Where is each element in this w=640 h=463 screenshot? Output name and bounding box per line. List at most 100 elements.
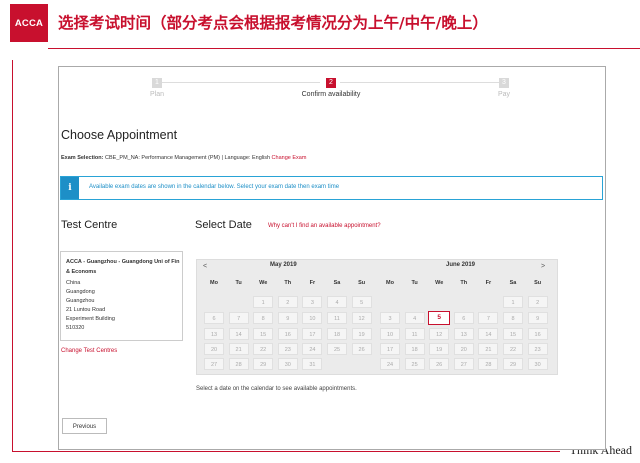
calendar-day: 16 xyxy=(277,328,298,340)
address-line: Experiment Building xyxy=(66,316,115,322)
calendar-day: 27 xyxy=(453,358,474,370)
address-line: China xyxy=(66,280,81,286)
test-centre-heading: Test Centre xyxy=(61,219,118,231)
calendar-day-selected[interactable]: 5 xyxy=(428,311,451,325)
calendar-day: 26 xyxy=(429,358,450,370)
step-confirm-availability: 2 Confirm availability xyxy=(291,78,371,98)
calendar-day: 8 xyxy=(253,312,274,324)
calendar-day: 4 xyxy=(327,296,347,308)
top-rule xyxy=(48,48,640,49)
calendar-day: 5 xyxy=(351,296,372,308)
step-number: 1 xyxy=(152,78,162,88)
info-text: Available exam dates are shown in the ca… xyxy=(89,184,340,190)
left-rule xyxy=(12,60,13,452)
exam-selection-value: CBE_PM_NA: Performance Management (PM) |… xyxy=(105,155,271,161)
weekday-label: Mo xyxy=(386,280,394,286)
calendar-day: 16 xyxy=(527,328,548,340)
step-number: 3 xyxy=(499,78,509,88)
calendar-day: 19 xyxy=(351,328,372,340)
calendar-day: 6 xyxy=(204,312,224,324)
calendar-day: 22 xyxy=(253,343,274,355)
calendar-day: 10 xyxy=(380,328,400,340)
weekday-label: Sa xyxy=(509,280,517,286)
month-title: May 2019 xyxy=(270,262,297,268)
calendar-day: 14 xyxy=(228,328,249,340)
calendar-day: 24 xyxy=(380,358,400,370)
calendar-day: 18 xyxy=(327,328,347,340)
calendar-day: 10 xyxy=(302,312,323,324)
calendar-day: 11 xyxy=(404,328,425,340)
step-pay: 3 Pay xyxy=(464,78,544,98)
weekday-label: Th xyxy=(460,280,468,286)
prev-month-button[interactable]: < xyxy=(203,263,207,270)
calendar-day: 21 xyxy=(228,343,249,355)
step-label: Pay xyxy=(497,91,511,98)
calendar-day: 30 xyxy=(277,358,298,370)
calendar-day: 28 xyxy=(228,358,249,370)
calendar-day: 9 xyxy=(277,312,298,324)
calendar-day: 7 xyxy=(228,312,249,324)
calendar-day: 15 xyxy=(253,328,274,340)
calendar-day: 26 xyxy=(351,343,372,355)
calendar-day: 25 xyxy=(327,343,347,355)
select-date-hint: Select a date on the calendar to see ava… xyxy=(196,386,357,392)
address-line: 21 Luntou Road xyxy=(66,307,106,313)
calendar-day: 2 xyxy=(527,296,548,308)
month-title: June 2019 xyxy=(446,262,476,268)
change-test-centres-link[interactable]: Change Test Centres xyxy=(61,348,117,354)
calendar-day: 24 xyxy=(302,343,323,355)
calendar-day: 13 xyxy=(453,328,474,340)
calendar-day: 3 xyxy=(380,312,400,324)
calendar-day: 13 xyxy=(204,328,224,340)
calendar-day: 6 xyxy=(453,312,474,324)
calendar-day: 1 xyxy=(503,296,523,308)
calendar-day: 22 xyxy=(503,343,523,355)
why-no-appointment-link[interactable]: Why can't I find an available appointmen… xyxy=(268,223,381,229)
exam-selection-label: Exam Selection: xyxy=(61,155,104,161)
calendar-day: 7 xyxy=(478,312,499,324)
calendar-day: 23 xyxy=(277,343,298,355)
calendar-day: 19 xyxy=(429,343,450,355)
calendar-day: 11 xyxy=(327,312,347,324)
weekday-label: We xyxy=(259,280,268,286)
next-month-button[interactable]: > xyxy=(541,263,545,270)
previous-button[interactable]: Previous xyxy=(62,418,107,434)
calendar-day: 18 xyxy=(404,343,425,355)
calendar-day: 15 xyxy=(503,328,523,340)
calendar-day: 1 xyxy=(253,296,274,308)
calendar-day: 3 xyxy=(302,296,323,308)
calendar-day: 9 xyxy=(527,312,548,324)
calendar-day: 28 xyxy=(478,358,499,370)
calendar-day: 4 xyxy=(404,312,425,324)
calendar-day: 23 xyxy=(527,343,548,355)
acca-logo: ACCA xyxy=(10,4,48,42)
step-plan: 1 Plan xyxy=(117,78,197,98)
calendar-day: 17 xyxy=(380,343,400,355)
test-centre-card: ACCA - Guangzhou - Guangdong Uni of Fin … xyxy=(60,251,183,341)
calendar-day: 12 xyxy=(351,312,372,324)
address-line: Guangzhou xyxy=(66,298,95,304)
info-icon: i xyxy=(61,177,79,199)
bottom-rule xyxy=(12,451,560,452)
weekday-label: Fr xyxy=(485,280,492,286)
calendar-day: 8 xyxy=(503,312,523,324)
page-title: Choose Appointment xyxy=(61,128,178,142)
calendar-day: 29 xyxy=(503,358,523,370)
calendar-day: 14 xyxy=(478,328,499,340)
calendar-day: 2 xyxy=(277,296,298,308)
info-banner: i Available exam dates are shown in the … xyxy=(60,176,603,200)
address-line: Guangdong xyxy=(66,289,95,295)
calendar-day: 21 xyxy=(478,343,499,355)
calendar-day: 27 xyxy=(204,358,224,370)
calendar-day: 31 xyxy=(302,358,323,370)
calendar-day: 20 xyxy=(204,343,224,355)
exam-selection: Exam Selection: CBE_PM_NA: Performance M… xyxy=(61,155,306,161)
step-number: 2 xyxy=(326,78,336,88)
calendar-day: 20 xyxy=(453,343,474,355)
calendar-day: 12 xyxy=(429,328,450,340)
step-label: Confirm availability xyxy=(301,91,361,98)
calendar-day: 30 xyxy=(527,358,548,370)
calendar-day: 25 xyxy=(404,358,425,370)
calendar-day: 17 xyxy=(302,328,323,340)
change-exam-link[interactable]: Change Exam xyxy=(272,155,307,161)
